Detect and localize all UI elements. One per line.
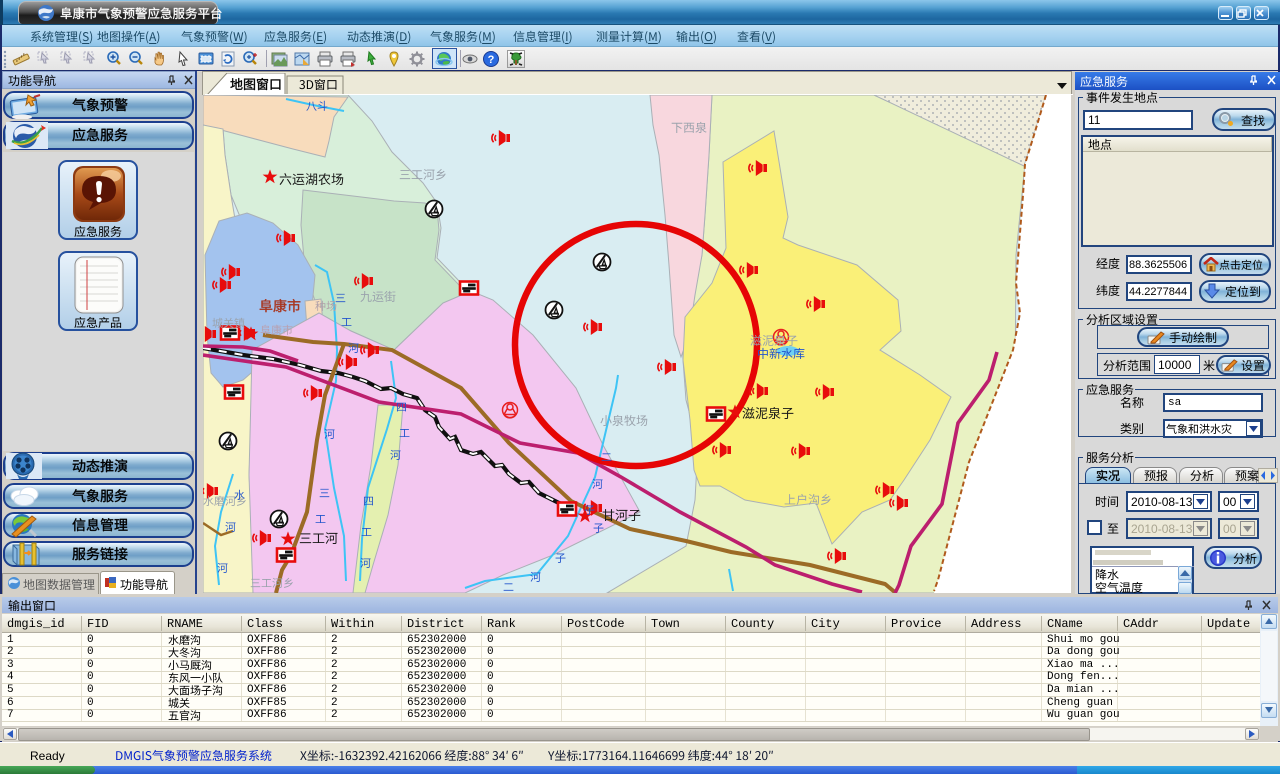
svg-text:?: ? [488, 54, 495, 66]
